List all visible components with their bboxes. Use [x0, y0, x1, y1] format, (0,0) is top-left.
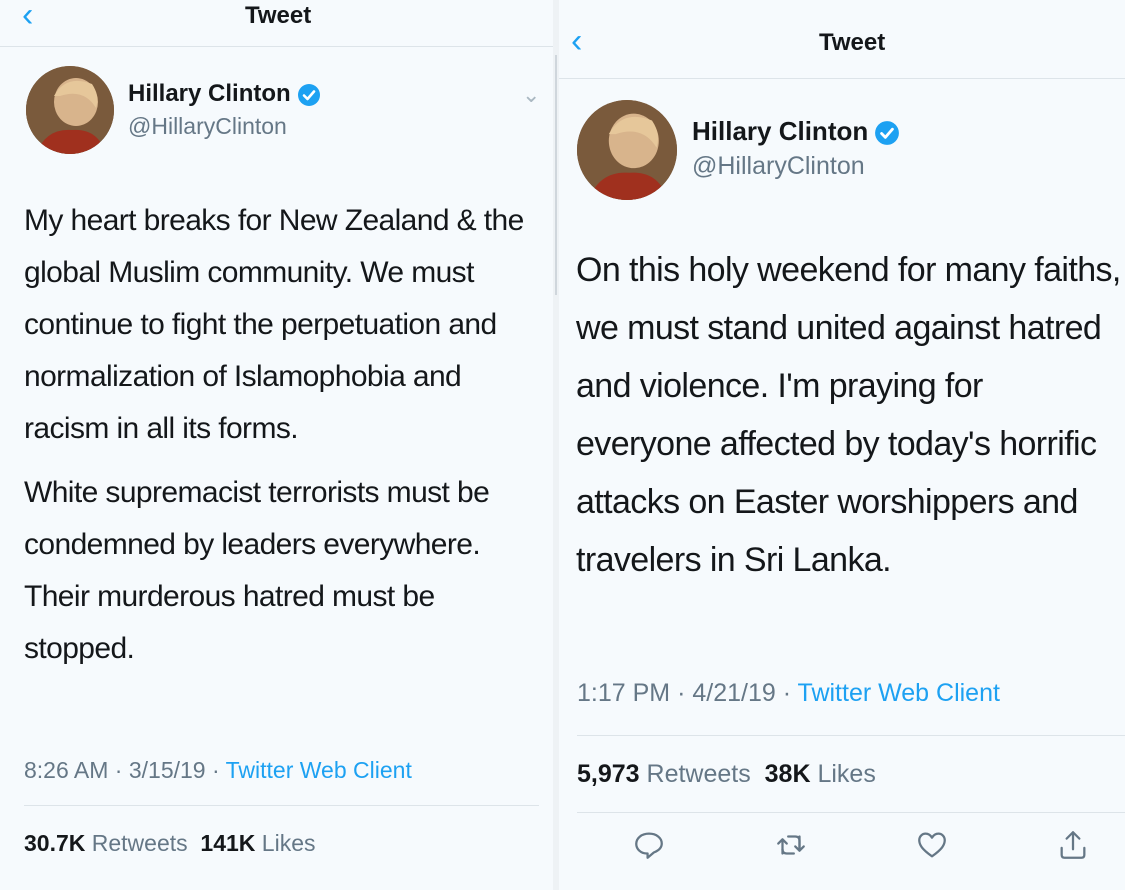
tweet-timestamp: 8:26 AM · 3/15/19 · Twitter Web Client: [24, 757, 412, 783]
header-title: Tweet: [819, 29, 886, 56]
stats-divider: [577, 812, 1125, 813]
tweet-timestamp: 1:17 PM · 4/21/19 · Twitter Web Client: [577, 679, 1000, 707]
tweet-stats: 30.7K Retweets 141K Likes: [24, 830, 316, 857]
avatar[interactable]: [577, 100, 677, 200]
tweet-paragraph: White supremacist terrorists must be con…: [24, 476, 490, 665]
tweet-paragraph: My heart breaks for New Zealand & the gl…: [24, 204, 524, 445]
client-link[interactable]: Twitter Web Client: [226, 757, 412, 783]
retweets-stat[interactable]: 30.7K Retweets: [24, 830, 188, 856]
retweets-stat[interactable]: 5,973 Retweets: [577, 760, 751, 788]
tweet-paragraph: On this holy weekend for many faiths, we…: [576, 251, 1121, 579]
header-divider: [559, 78, 1125, 79]
user-handle[interactable]: @HillaryClinton: [128, 113, 287, 140]
likes-stat[interactable]: 38K Likes: [765, 760, 876, 788]
avatar-portrait-icon: [26, 66, 114, 154]
reply-icon[interactable]: [632, 828, 666, 862]
right-tweet-screenshot: ‹ Tweet Hillary Clinton @HillaryClinton …: [559, 0, 1125, 890]
scroll-line: [555, 55, 557, 295]
likes-stat[interactable]: 141K Likes: [200, 830, 315, 856]
header-title: Tweet: [245, 2, 312, 29]
user-name[interactable]: Hillary Clinton: [128, 80, 321, 108]
chevron-down-icon[interactable]: ⌄: [522, 82, 540, 108]
meta-divider: [24, 805, 539, 806]
back-chevron-icon[interactable]: ‹: [22, 0, 33, 32]
verified-badge-icon: [875, 121, 900, 146]
verified-badge-icon: [297, 83, 320, 106]
back-chevron-icon[interactable]: ‹: [571, 24, 582, 58]
client-link[interactable]: Twitter Web Client: [798, 679, 1000, 707]
like-icon[interactable]: [915, 828, 949, 862]
retweet-icon[interactable]: [774, 828, 808, 862]
header-divider: [0, 46, 553, 47]
tweet-text: My heart breaks for New Zealand & the gl…: [24, 195, 539, 675]
meta-divider: [577, 735, 1125, 736]
left-tweet-screenshot: ‹ Tweet Hillary Clinton @HillaryClinton …: [0, 0, 553, 890]
avatar-portrait-icon: [577, 100, 677, 200]
user-name[interactable]: Hillary Clinton: [692, 116, 900, 147]
share-icon[interactable]: [1056, 828, 1090, 862]
user-handle[interactable]: @HillaryClinton: [692, 152, 865, 181]
avatar[interactable]: [26, 66, 114, 154]
tweet-stats: 5,973 Retweets 38K Likes: [577, 760, 876, 789]
tweet-text: On this holy weekend for many faiths, we…: [576, 241, 1124, 589]
